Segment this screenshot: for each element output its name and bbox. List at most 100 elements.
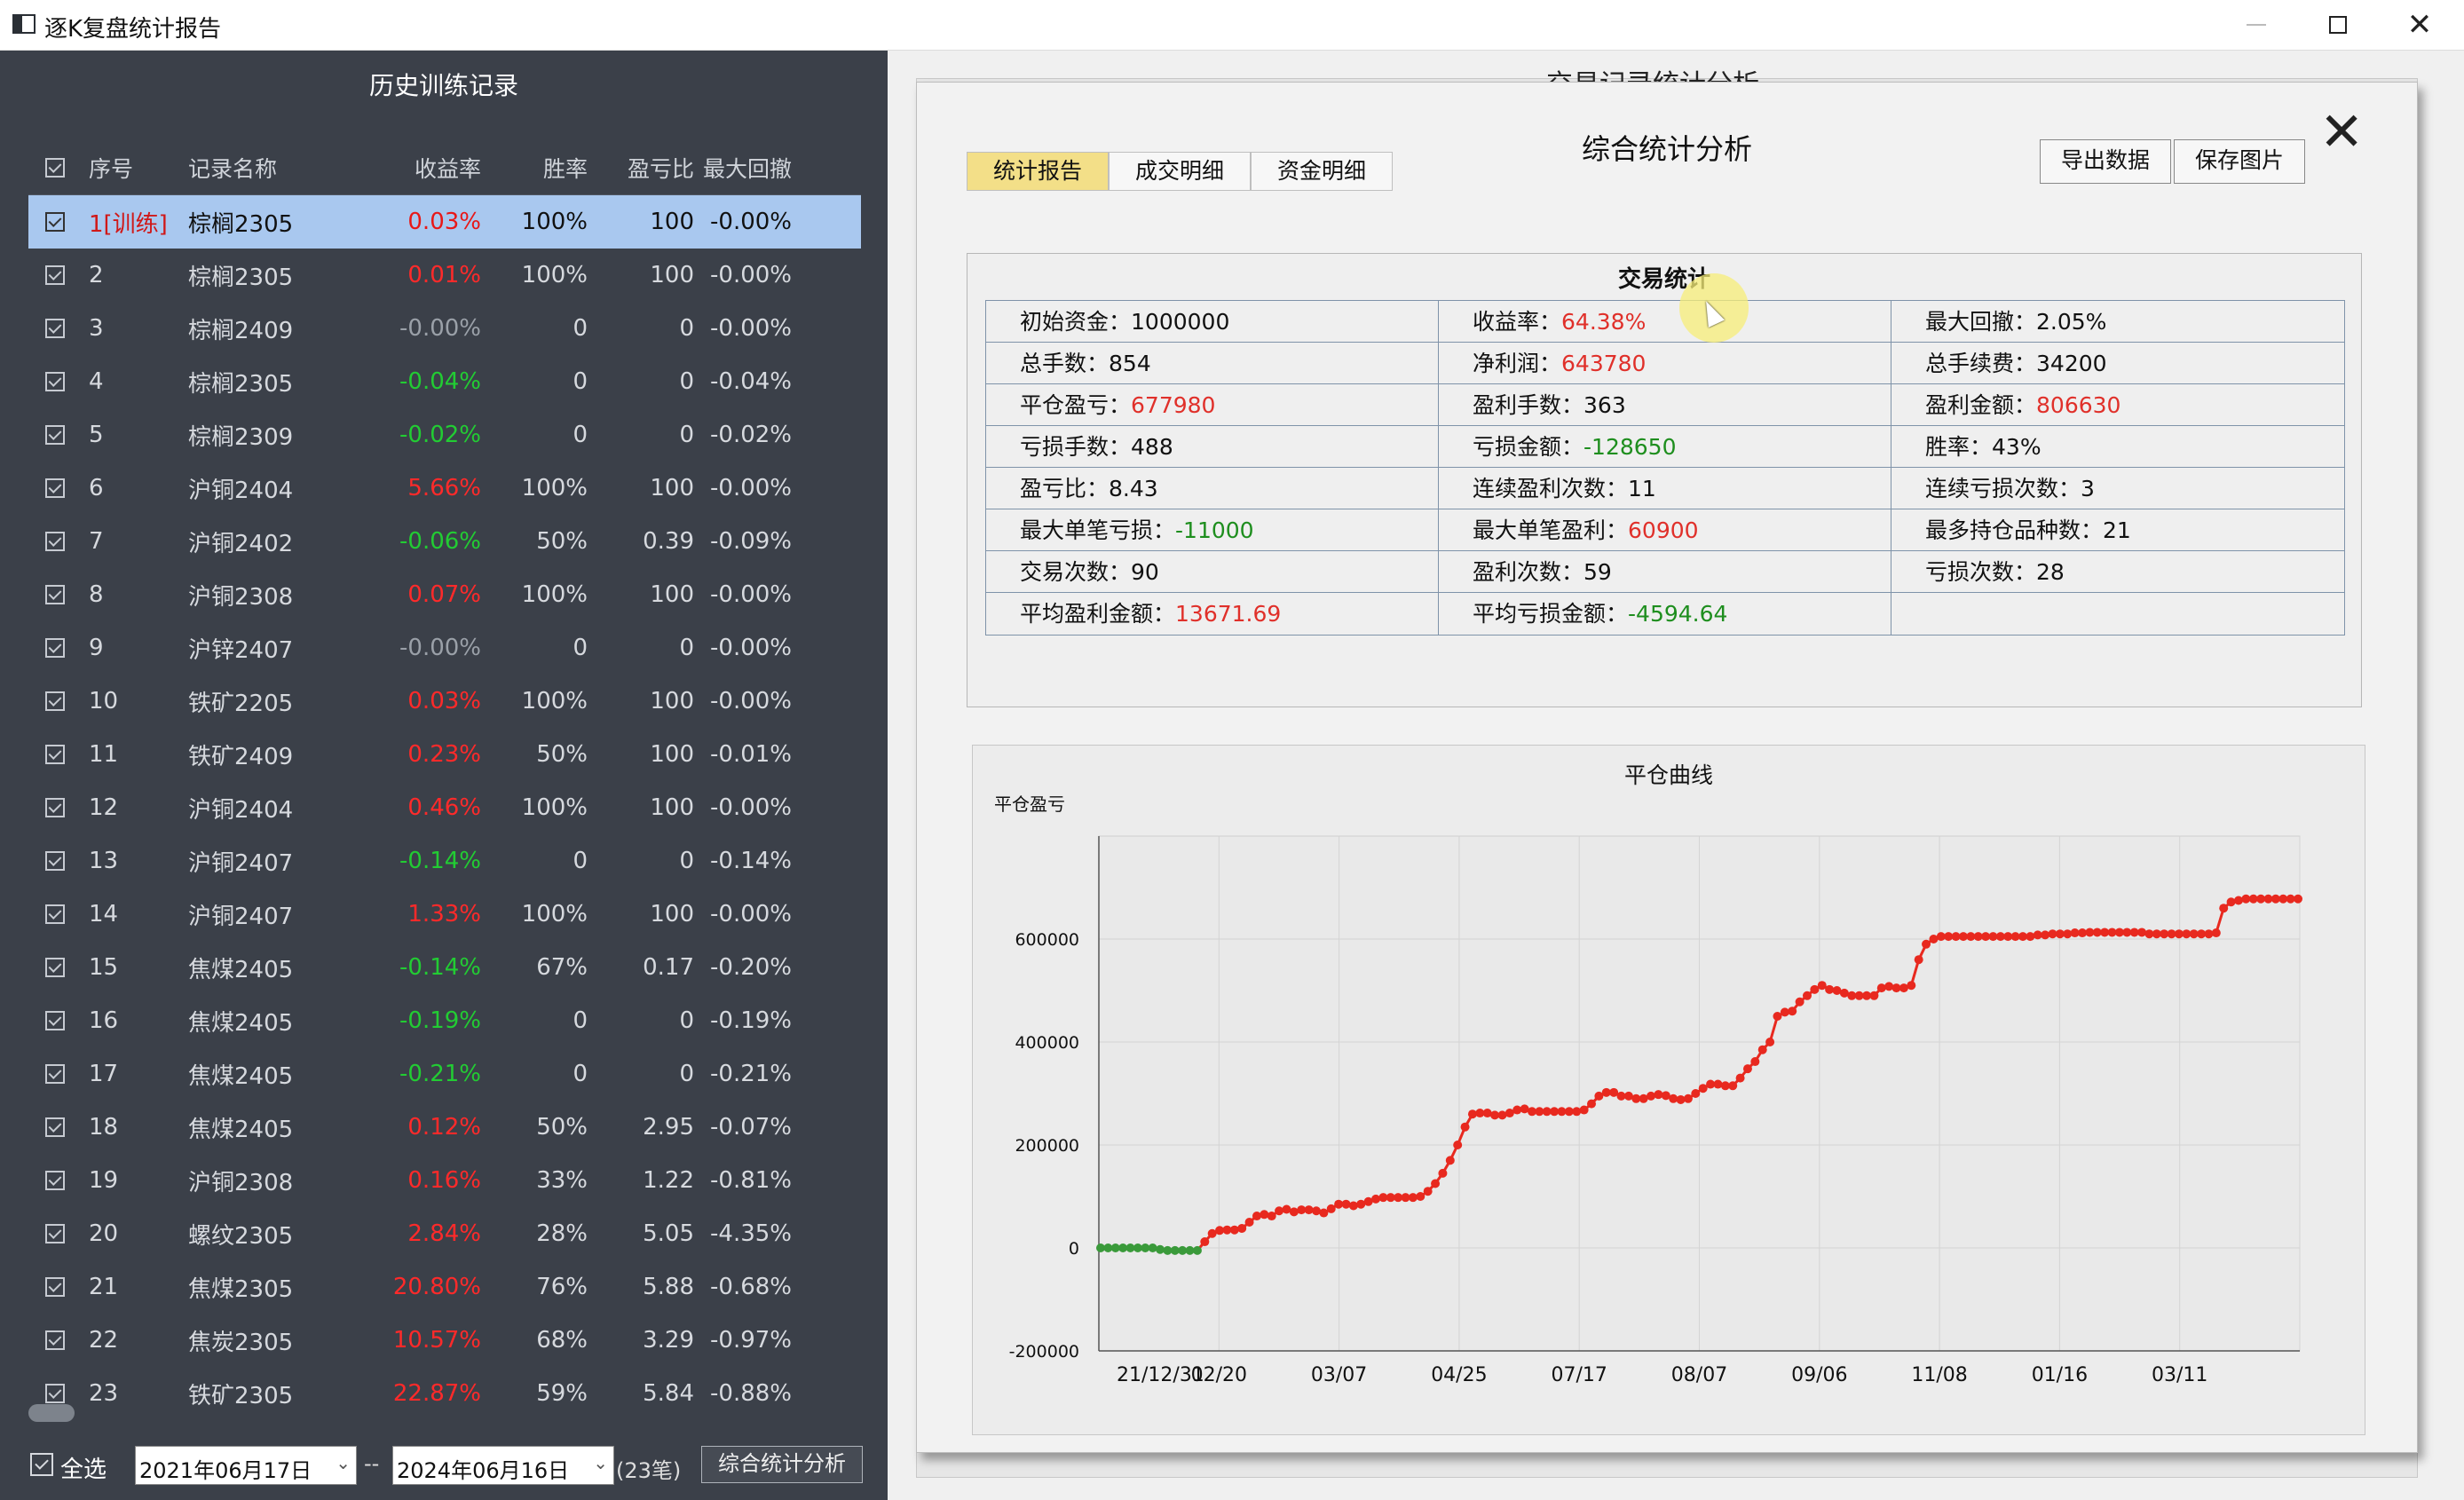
row-record-name: 棕榈2305 [188, 210, 294, 238]
row-checkbox[interactable] [45, 638, 65, 658]
header-checkbox[interactable] [45, 158, 65, 178]
row-checkbox[interactable] [45, 798, 65, 817]
date-from-picker[interactable]: 2021年06月17日 ⌄ [135, 1446, 357, 1485]
row-winrate: 100% [521, 262, 588, 288]
table-row[interactable]: 11 铁矿2409 0.23% 50% 100 -0.01% [28, 728, 861, 781]
row-checkbox[interactable] [45, 904, 65, 924]
analyze-button[interactable]: 综合统计分析 [701, 1446, 863, 1483]
data-point [1445, 1156, 1455, 1165]
row-checkbox[interactable] [45, 1117, 65, 1137]
row-return: 0.23% [407, 741, 481, 768]
table-row[interactable]: 17 焦煤2405 -0.21% 0 0 -0.21% [28, 1047, 861, 1101]
column-header-drawdown[interactable]: 最大回撤 [694, 152, 792, 184]
row-pl-ratio: 100 [650, 688, 694, 714]
date-from-value: 2021年06月17日 [139, 1458, 312, 1483]
row-checkbox[interactable] [45, 745, 65, 764]
table-row[interactable]: 23 铁矿2305 22.87% 59% 5.84 -0.88% [28, 1367, 861, 1420]
row-checkbox[interactable] [45, 1277, 65, 1297]
y-tick-label: 400000 [1015, 1033, 1079, 1053]
stat-label: 最大回撤： [1925, 309, 2037, 335]
row-checkbox[interactable] [45, 1384, 65, 1403]
dialog-close-button[interactable]: ✕ [2319, 106, 2364, 159]
row-checkbox[interactable] [45, 1330, 65, 1350]
table-row[interactable]: 9 沪锌2407 -0.00% 0 0 -0.00% [28, 621, 861, 675]
export-data-button[interactable]: 导出数据 [2040, 139, 2171, 184]
table-row[interactable]: 21 焦煤2305 20.80% 76% 5.88 -0.68% [28, 1260, 861, 1314]
table-row[interactable]: 14 沪铜2407 1.33% 100% 100 -0.00% [28, 888, 861, 941]
column-header-winrate[interactable]: 胜率 [481, 152, 588, 184]
row-winrate: 28% [536, 1220, 588, 1247]
table-row[interactable]: 13 沪铜2407 -0.14% 0 0 -0.14% [28, 834, 861, 888]
column-header-name[interactable]: 记录名称 [188, 152, 357, 184]
minimize-button[interactable] [2215, 0, 2297, 50]
row-checkbox[interactable] [45, 585, 65, 604]
row-checkbox[interactable] [45, 691, 65, 711]
row-checkbox[interactable] [45, 319, 65, 338]
table-row[interactable]: 4 棕榈2305 -0.04% 0 0 -0.04% [28, 355, 861, 408]
table-row[interactable]: 22 焦炭2305 10.57% 68% 3.29 -0.97% [28, 1314, 861, 1367]
table-row[interactable]: 6 沪铜2404 5.66% 100% 100 -0.00% [28, 462, 861, 515]
stat-value: 90 [1131, 559, 1159, 585]
row-checkbox[interactable] [45, 1171, 65, 1190]
maximize-button[interactable] [2297, 0, 2379, 50]
row-checkbox[interactable] [45, 851, 65, 871]
table-row[interactable]: 18 焦煤2405 0.12% 50% 2.95 -0.07% [28, 1101, 861, 1154]
row-checkbox[interactable] [45, 372, 65, 391]
table-row[interactable]: 15 焦煤2405 -0.14% 67% 0.17 -0.20% [28, 941, 861, 994]
table-row[interactable]: 20 螺纹2305 2.84% 28% 5.05 -4.35% [28, 1207, 861, 1260]
table-row[interactable]: 2 棕榈2305 0.01% 100% 100 -0.00% [28, 249, 861, 302]
data-point [1683, 1093, 1693, 1103]
data-point [1647, 1091, 1656, 1101]
row-checkbox[interactable] [45, 532, 65, 551]
stat-cell: 连续盈利次数：11 [1439, 468, 1891, 509]
row-checkbox[interactable] [45, 425, 65, 445]
tab-fund-details[interactable]: 资金明细 [1251, 152, 1393, 191]
select-all-checkbox[interactable] [30, 1453, 53, 1476]
table-row[interactable]: 3 棕榈2409 -0.00% 0 0 -0.00% [28, 302, 861, 355]
row-pl-ratio: 0 [679, 1061, 694, 1087]
stat-value: -11000 [1175, 517, 1254, 543]
table-row[interactable]: 5 棕榈2309 -0.02% 0 0 -0.02% [28, 408, 861, 462]
row-winrate: 50% [536, 528, 588, 555]
row-return: 0.07% [407, 581, 481, 608]
data-point [1817, 981, 1827, 991]
column-header-no[interactable]: 序号 [82, 152, 188, 184]
row-checkbox[interactable] [45, 212, 65, 232]
row-checkbox[interactable] [45, 1011, 65, 1030]
data-point [2211, 928, 2221, 938]
table-row[interactable]: 19 沪铜2308 0.16% 33% 1.22 -0.81% [28, 1154, 861, 1207]
tab-trade-details[interactable]: 成交明细 [1109, 152, 1251, 191]
stat-cell: 盈亏比：8.43 [986, 468, 1439, 509]
data-point [1244, 1218, 1254, 1227]
stat-value: 21 [2103, 517, 2131, 543]
data-point [1907, 981, 1916, 991]
horizontal-scrollbar[interactable] [28, 1404, 75, 1422]
row-return: -0.00% [399, 315, 481, 342]
column-header-return[interactable]: 收益率 [357, 152, 481, 184]
save-image-button[interactable]: 保存图片 [2174, 139, 2305, 184]
table-row[interactable]: 16 焦煤2405 -0.19% 0 0 -0.19% [28, 994, 861, 1047]
row-checkbox[interactable] [45, 1224, 65, 1243]
data-point [1341, 1199, 1351, 1209]
row-checkbox[interactable] [45, 958, 65, 977]
table-row[interactable]: 8 沪铜2308 0.07% 100% 100 -0.00% [28, 568, 861, 621]
tab-statistics-report[interactable]: 统计报告 [967, 152, 1109, 191]
table-row[interactable]: 1[训练] 棕榈2305 0.03% 100% 100 -0.00% [28, 195, 861, 249]
row-checkbox[interactable] [45, 265, 65, 285]
column-header-pl-ratio[interactable]: 盈亏比 [588, 152, 694, 184]
row-number: 19 [89, 1167, 119, 1194]
table-row[interactable]: 12 沪铜2404 0.46% 100% 100 -0.00% [28, 781, 861, 834]
row-checkbox[interactable] [45, 478, 65, 498]
close-window-button[interactable]: ✕ [2379, 0, 2460, 50]
row-winrate: 0 [573, 368, 588, 395]
row-return: -0.06% [399, 528, 481, 555]
date-to-picker[interactable]: 2024年06月16日 ⌄ [392, 1446, 614, 1485]
table-row[interactable]: 10 铁矿2205 0.03% 100% 100 -0.00% [28, 675, 861, 728]
chevron-down-icon: ⌄ [593, 1452, 608, 1473]
x-tick-label: 03/07 [1311, 1364, 1367, 1386]
data-point [1765, 1038, 1775, 1046]
table-row[interactable]: 7 沪铜2402 -0.06% 50% 0.39 -0.09% [28, 515, 861, 568]
row-return: -0.14% [399, 954, 481, 981]
stat-cell: 平均亏损金额：-4594.64 [1439, 593, 1891, 635]
row-checkbox[interactable] [45, 1064, 65, 1084]
